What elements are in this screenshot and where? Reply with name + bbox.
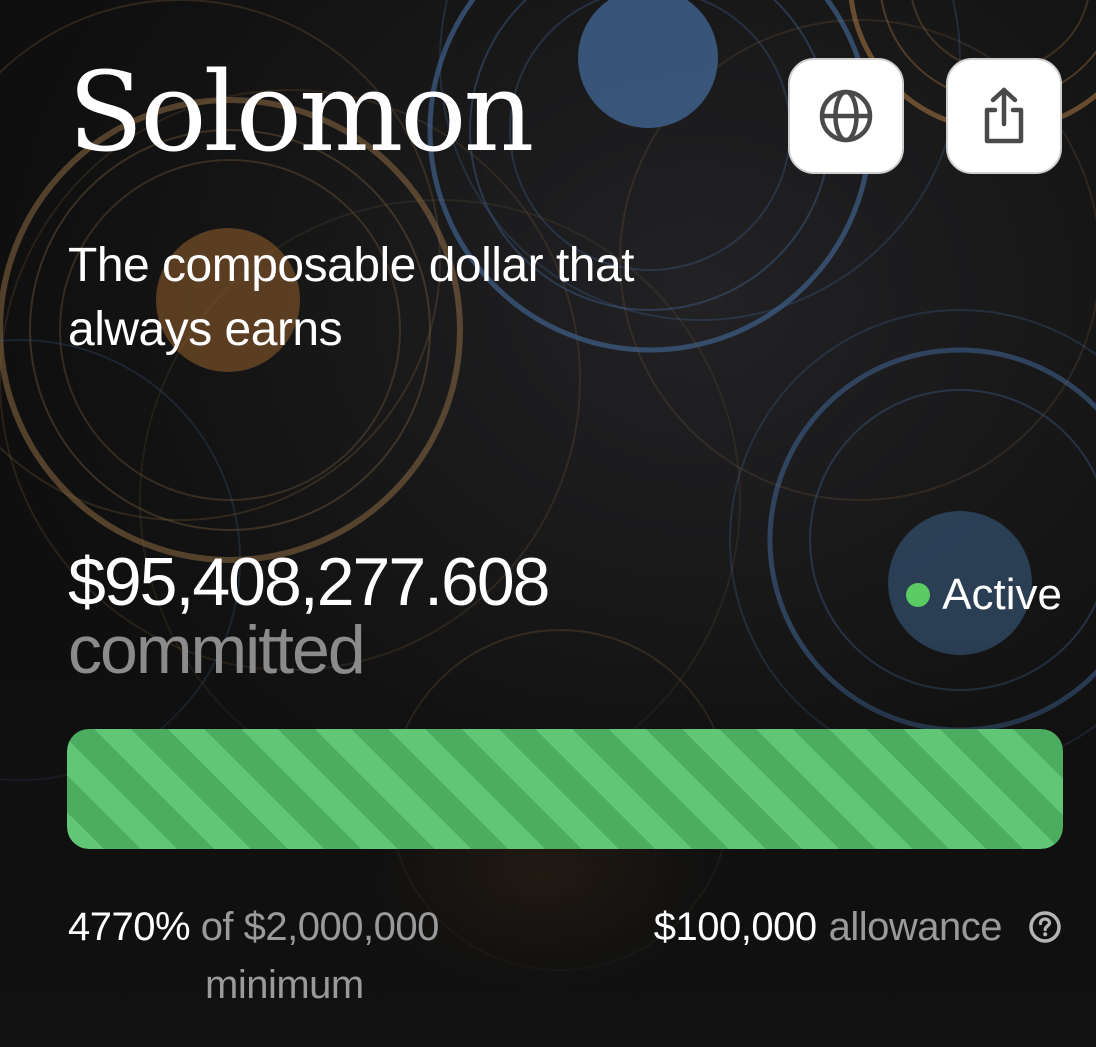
of-label: of	[200, 905, 234, 949]
share-icon	[984, 87, 1024, 144]
status-dot-icon	[906, 583, 931, 607]
progress-bar	[67, 729, 1063, 849]
progress-bar-fill	[67, 729, 1063, 849]
committed-label: committed	[68, 612, 366, 688]
project-title: Solomon	[68, 48, 534, 176]
globe-icon	[819, 89, 873, 143]
status-label: Active	[942, 570, 1062, 619]
project-tagline: The composable dollar that always earns	[68, 239, 635, 356]
allowance-amount: $100,000	[653, 905, 817, 949]
project-card: Solomon The composable dollar that alway…	[0, 0, 1096, 1047]
share-button[interactable]	[946, 58, 1062, 174]
question-circle-icon[interactable]	[1028, 910, 1062, 944]
allowance-label: allowance	[828, 905, 1003, 949]
minimum-amount: $2,000,000	[243, 905, 440, 949]
status-indicator: Active	[906, 570, 1062, 620]
committed-amount: $95,408,277.608	[68, 544, 550, 620]
minimum-progress-text: 4770% of $2,000,000 minimum	[68, 898, 508, 1014]
minimum-label: minimum	[205, 963, 364, 1007]
allowance-info: $100,000 allowance	[654, 898, 1062, 956]
percent-of-minimum: 4770%	[68, 905, 191, 949]
website-button[interactable]	[788, 58, 904, 174]
